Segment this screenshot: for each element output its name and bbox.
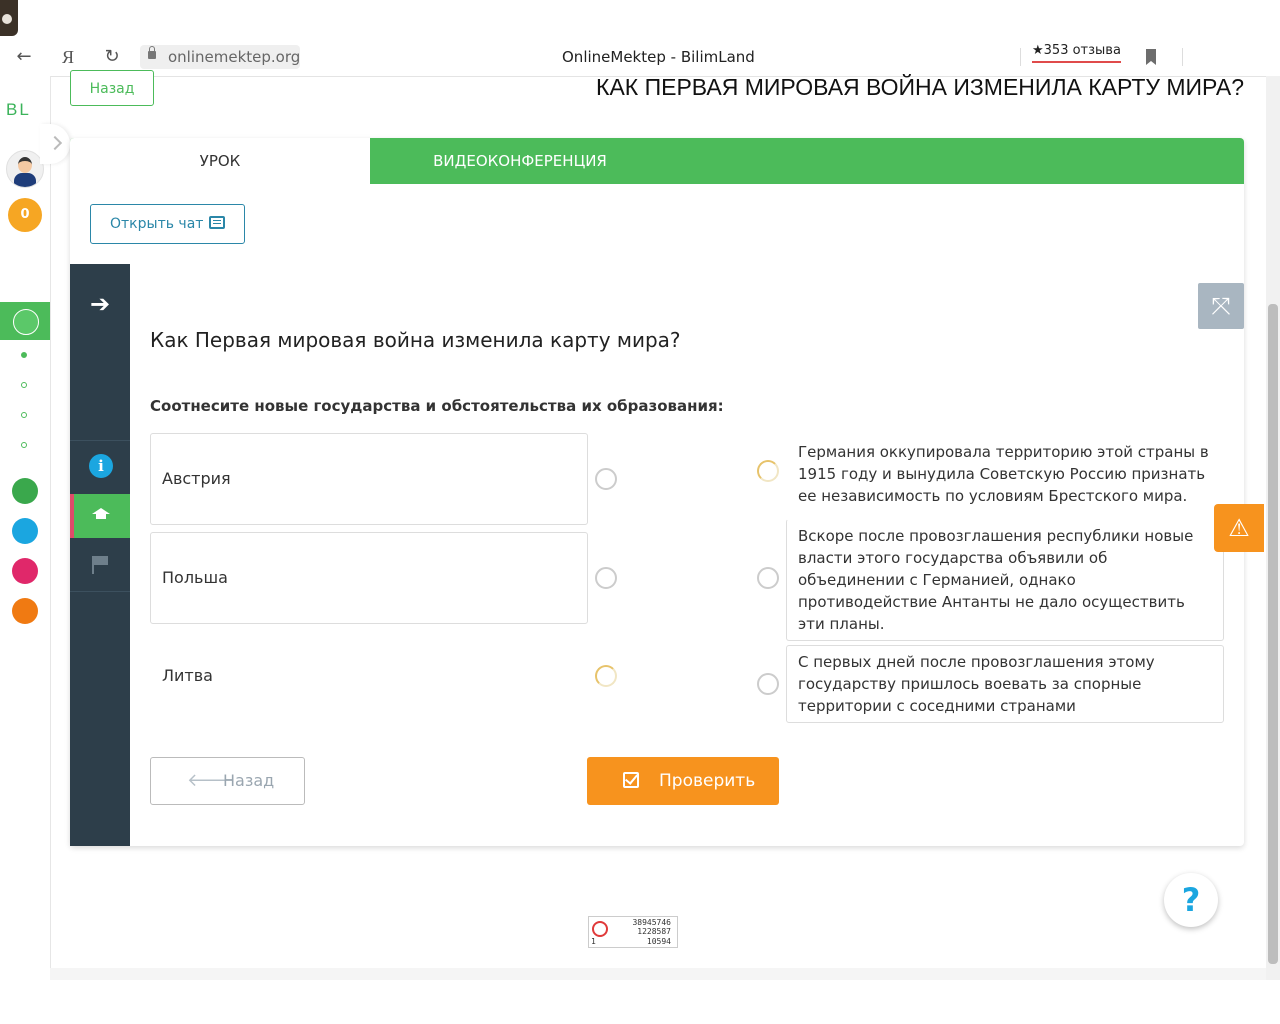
bilimland-logo[interactable]: BL <box>6 100 31 120</box>
back-label: Назад <box>223 771 275 790</box>
open-chat-label: Открыть чат <box>110 216 204 232</box>
lesson-card: УРОК ВИДЕОКОНФЕРЕНЦИЯ Открыть чат ➔ i ⤧ … <box>70 138 1244 846</box>
tab-lesson[interactable]: УРОК <box>70 138 370 184</box>
match-left-point[interactable] <box>595 567 617 589</box>
address-bar[interactable]: onlinemektep.org <box>140 45 300 69</box>
match-right-point[interactable] <box>757 567 779 589</box>
tab-videoconference[interactable]: ВИДЕОКОНФЕРЕНЦИЯ <box>370 138 670 184</box>
chat-icon <box>209 216 225 229</box>
counter-value: 38945746 <box>632 918 671 927</box>
reviews-badge[interactable]: ★353 отзыва <box>1032 43 1121 63</box>
match-right-point[interactable] <box>757 673 779 695</box>
browser-toolbar: ← Я ↻ onlinemektep.org OnlineMektep - Bi… <box>0 38 1280 77</box>
test-icon[interactable] <box>12 518 38 544</box>
url-text: onlinemektep.org <box>168 48 301 66</box>
avatar-body <box>14 173 36 187</box>
back-button-top[interactable]: Назад <box>70 70 154 106</box>
yandex-icon[interactable]: Я <box>56 45 80 69</box>
counter-logo-icon <box>592 921 608 937</box>
match-right-item[interactable]: Германия оккупировала территорию этой ст… <box>786 435 1224 513</box>
scrollbar[interactable] <box>1266 76 1280 980</box>
flag-icon[interactable] <box>92 556 108 574</box>
check-button[interactable]: Проверить <box>587 757 779 805</box>
exercise-tab-active[interactable] <box>70 494 130 538</box>
reload-icon[interactable]: ↻ <box>100 45 124 69</box>
divider <box>1182 48 1183 66</box>
match-right-item[interactable]: С первых дней после провозглашения этому… <box>786 645 1224 723</box>
twig-icon[interactable] <box>12 558 38 584</box>
divider <box>70 591 130 592</box>
fullscreen-icon[interactable]: ⤧ <box>1198 283 1244 329</box>
sidebar-expand-button[interactable] <box>40 124 70 164</box>
page-footer <box>50 968 1266 980</box>
profile-avatar[interactable] <box>0 0 18 36</box>
nav-dot[interactable] <box>21 442 27 448</box>
match-left-point[interactable] <box>595 468 617 490</box>
open-chat-button[interactable]: Открыть чат <box>90 204 245 244</box>
arrow-right-icon[interactable]: ➔ <box>90 292 110 316</box>
help-button[interactable]: ? <box>1164 873 1218 927</box>
mektep-icon[interactable] <box>12 598 38 624</box>
exercise-side-panel: ➔ i <box>70 264 130 846</box>
match-right-item[interactable]: Вскоре после провозглашения республики н… <box>786 519 1224 641</box>
back-button[interactable]: 🡐 Назад <box>150 757 305 805</box>
avatar-head <box>18 157 32 173</box>
nav-dot[interactable] <box>21 352 27 358</box>
counter-value: 1228587 <box>637 927 671 936</box>
lesson-title: КАК ПЕРВАЯ МИРОВАЯ ВОЙНА ИЗМЕНИЛА КАРТУ … <box>596 74 1244 100</box>
coins-badge[interactable]: 0 <box>8 198 42 232</box>
user-avatar[interactable] <box>6 150 44 188</box>
loading-spinner-icon[interactable] <box>595 665 617 687</box>
graduation-cap-icon <box>92 508 110 519</box>
nav-dot[interactable] <box>21 382 27 388</box>
nav-dot[interactable] <box>21 412 27 418</box>
question-title: Как Первая мировая война изменила карту … <box>150 328 681 352</box>
scrollbar-thumb[interactable] <box>1268 304 1278 964</box>
warning-icon[interactable]: ⚠ <box>1214 504 1264 552</box>
bilimland-icon[interactable] <box>12 478 38 504</box>
match-left-item[interactable]: Литва <box>150 630 588 722</box>
counter-value: 10594 <box>646 937 671 946</box>
info-icon[interactable]: i <box>89 454 113 478</box>
visit-counter[interactable]: 38945746 1228587 10594 1 <box>588 916 678 948</box>
lock-icon <box>148 46 156 59</box>
tab-bar: УРОК ВИДЕОКОНФЕРЕНЦИЯ <box>70 138 1244 184</box>
page-title: OnlineMektep - BilimLand <box>562 48 755 66</box>
app-sidebar: BL 0 <box>0 76 51 980</box>
divider <box>1020 48 1021 66</box>
checkbox-icon <box>623 772 639 788</box>
sidebar-item-online-mektep[interactable] <box>0 302 50 340</box>
loading-spinner-icon[interactable] <box>757 460 779 482</box>
match-left-item[interactable]: Польша <box>150 532 588 624</box>
bookmark-icon[interactable] <box>1146 49 1156 65</box>
top-strip <box>0 0 1280 38</box>
online-mektep-icon <box>13 309 39 335</box>
check-label: Проверить <box>659 771 756 791</box>
divider <box>70 440 130 441</box>
counter-value: 1 <box>591 937 596 946</box>
question-instruction: Соотнесите новые государства и обстоятел… <box>150 397 724 415</box>
back-arrow-icon[interactable]: ← <box>12 45 36 69</box>
match-left-item[interactable]: Австрия <box>150 433 588 525</box>
